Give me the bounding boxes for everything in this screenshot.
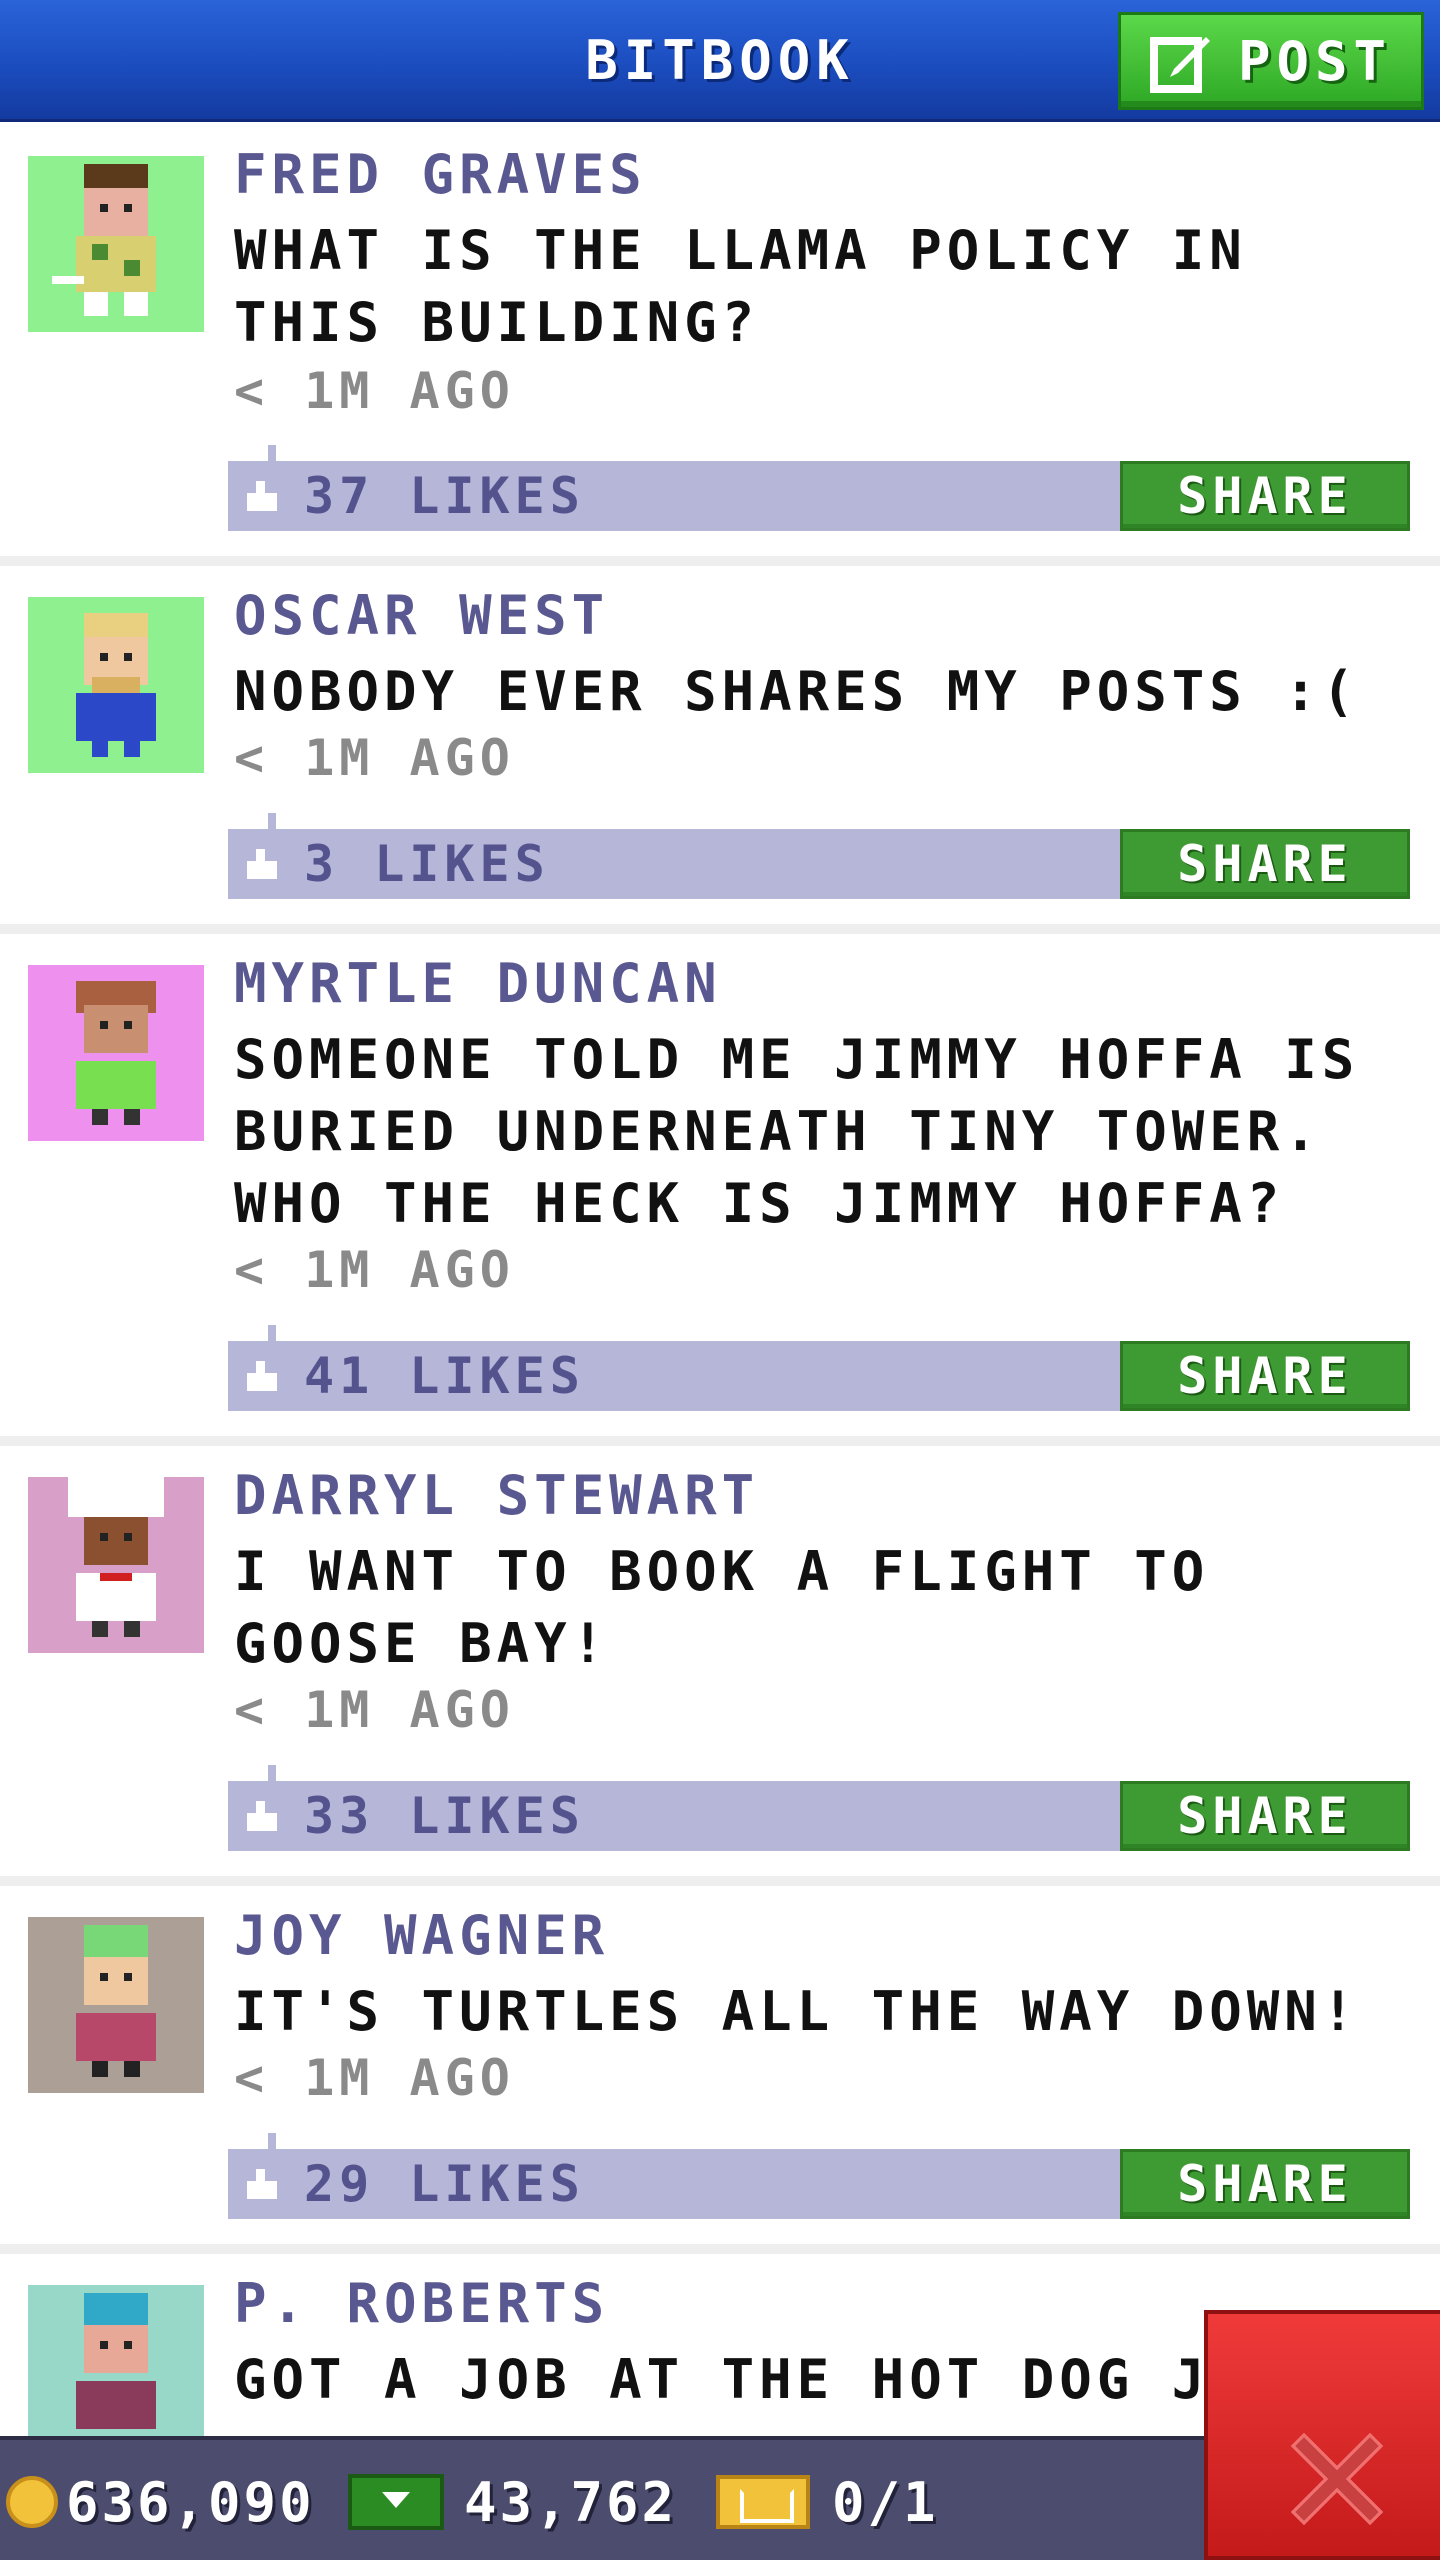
bux-icon bbox=[348, 2474, 444, 2530]
post-message: NOBODY EVER SHARES MY POSTS :( bbox=[234, 660, 1360, 723]
post-message: I WANT TO BOOK A FLIGHT TO GOOSE BAY! bbox=[234, 1540, 1210, 1675]
bux-value: 43,762 bbox=[464, 2470, 678, 2534]
post-time: < 1M AGO bbox=[234, 2049, 515, 2107]
close-icon bbox=[1290, 2432, 1384, 2526]
likes-bar: 3 LIKES SHARE bbox=[228, 813, 1410, 899]
tickets-display[interactable]: 0/1 bbox=[716, 2440, 939, 2560]
divider bbox=[0, 1876, 1440, 1886]
likes-count: 41 LIKES bbox=[304, 1347, 585, 1405]
divider bbox=[0, 924, 1440, 934]
app-header: BITBOOK POST bbox=[0, 0, 1440, 122]
coin-icon bbox=[6, 2476, 58, 2528]
share-button[interactable]: SHARE bbox=[1120, 2149, 1410, 2219]
avatar[interactable] bbox=[28, 156, 204, 332]
post-button-label: POST bbox=[1237, 29, 1393, 93]
post-time: < 1M AGO bbox=[234, 1241, 515, 1299]
like-icon[interactable] bbox=[244, 1801, 280, 1831]
post-time: < 1M AGO bbox=[234, 362, 515, 420]
like-icon[interactable] bbox=[244, 849, 280, 879]
post-button[interactable]: POST bbox=[1118, 12, 1424, 110]
share-button[interactable]: SHARE bbox=[1120, 1781, 1410, 1851]
feed-post: OSCAR WEST NOBODY EVER SHARES MY POSTS :… bbox=[0, 566, 1440, 924]
feed-post: FRED GRAVES WHAT IS THE LLAMA POLICY IN … bbox=[0, 125, 1440, 556]
ticket-icon bbox=[716, 2475, 810, 2529]
post-author[interactable]: FRED GRAVES bbox=[234, 145, 647, 205]
feed-list[interactable]: FRED GRAVES WHAT IS THE LLAMA POLICY IN … bbox=[0, 125, 1440, 2554]
post-message: SOMEONE TOLD ME JIMMY HOFFA IS BURIED UN… bbox=[234, 1028, 1360, 1235]
divider bbox=[0, 556, 1440, 566]
coins-value: 636,090 bbox=[66, 2470, 315, 2534]
likes-bar: 33 LIKES SHARE bbox=[228, 1765, 1410, 1851]
likes-bar: 37 LIKES SHARE bbox=[228, 445, 1410, 531]
close-button[interactable] bbox=[1204, 2310, 1440, 2560]
share-button[interactable]: SHARE bbox=[1120, 829, 1410, 899]
post-author[interactable]: DARRYL STEWART bbox=[234, 1466, 759, 1526]
tickets-value: 0/1 bbox=[832, 2470, 939, 2534]
likes-count: 33 LIKES bbox=[304, 1787, 585, 1845]
post-author[interactable]: MYRTLE DUNCAN bbox=[234, 954, 722, 1014]
divider bbox=[0, 2244, 1440, 2254]
coins-display: 636,090 bbox=[6, 2440, 315, 2560]
likes-bar: 29 LIKES SHARE bbox=[228, 2133, 1410, 2219]
avatar[interactable] bbox=[28, 1917, 204, 2093]
feed-post: DARRYL STEWART I WANT TO BOOK A FLIGHT T… bbox=[0, 1446, 1440, 1876]
avatar[interactable] bbox=[28, 2285, 204, 2461]
like-icon[interactable] bbox=[244, 2169, 280, 2199]
post-message: IT'S TURTLES ALL THE WAY DOWN! bbox=[234, 1980, 1360, 2043]
feed-post: JOY WAGNER IT'S TURTLES ALL THE WAY DOWN… bbox=[0, 1886, 1440, 2244]
avatar[interactable] bbox=[28, 965, 204, 1141]
avatar[interactable] bbox=[28, 1477, 204, 1653]
bux-display[interactable]: 43,762 bbox=[348, 2440, 677, 2560]
likes-count: 37 LIKES bbox=[304, 467, 585, 525]
share-button[interactable]: SHARE bbox=[1120, 461, 1410, 531]
divider bbox=[0, 1436, 1440, 1446]
share-button[interactable]: SHARE bbox=[1120, 1341, 1410, 1411]
post-author[interactable]: OSCAR WEST bbox=[234, 586, 609, 646]
like-icon[interactable] bbox=[244, 481, 280, 511]
likes-bar: 41 LIKES SHARE bbox=[228, 1325, 1410, 1411]
post-author[interactable]: JOY WAGNER bbox=[234, 1906, 609, 1966]
likes-count: 3 LIKES bbox=[304, 835, 550, 893]
post-message: WHAT IS THE LLAMA POLICY IN THIS BUILDIN… bbox=[234, 219, 1247, 354]
post-time: < 1M AGO bbox=[234, 1681, 515, 1739]
feed-post: MYRTLE DUNCAN SOMEONE TOLD ME JIMMY HOFF… bbox=[0, 934, 1440, 1436]
post-time: < 1M AGO bbox=[234, 729, 515, 787]
post-author[interactable]: P. ROBERTS bbox=[234, 2274, 609, 2334]
likes-count: 29 LIKES bbox=[304, 2155, 585, 2213]
avatar[interactable] bbox=[28, 597, 204, 773]
like-icon[interactable] bbox=[244, 1361, 280, 1391]
edit-icon bbox=[1149, 37, 1210, 93]
